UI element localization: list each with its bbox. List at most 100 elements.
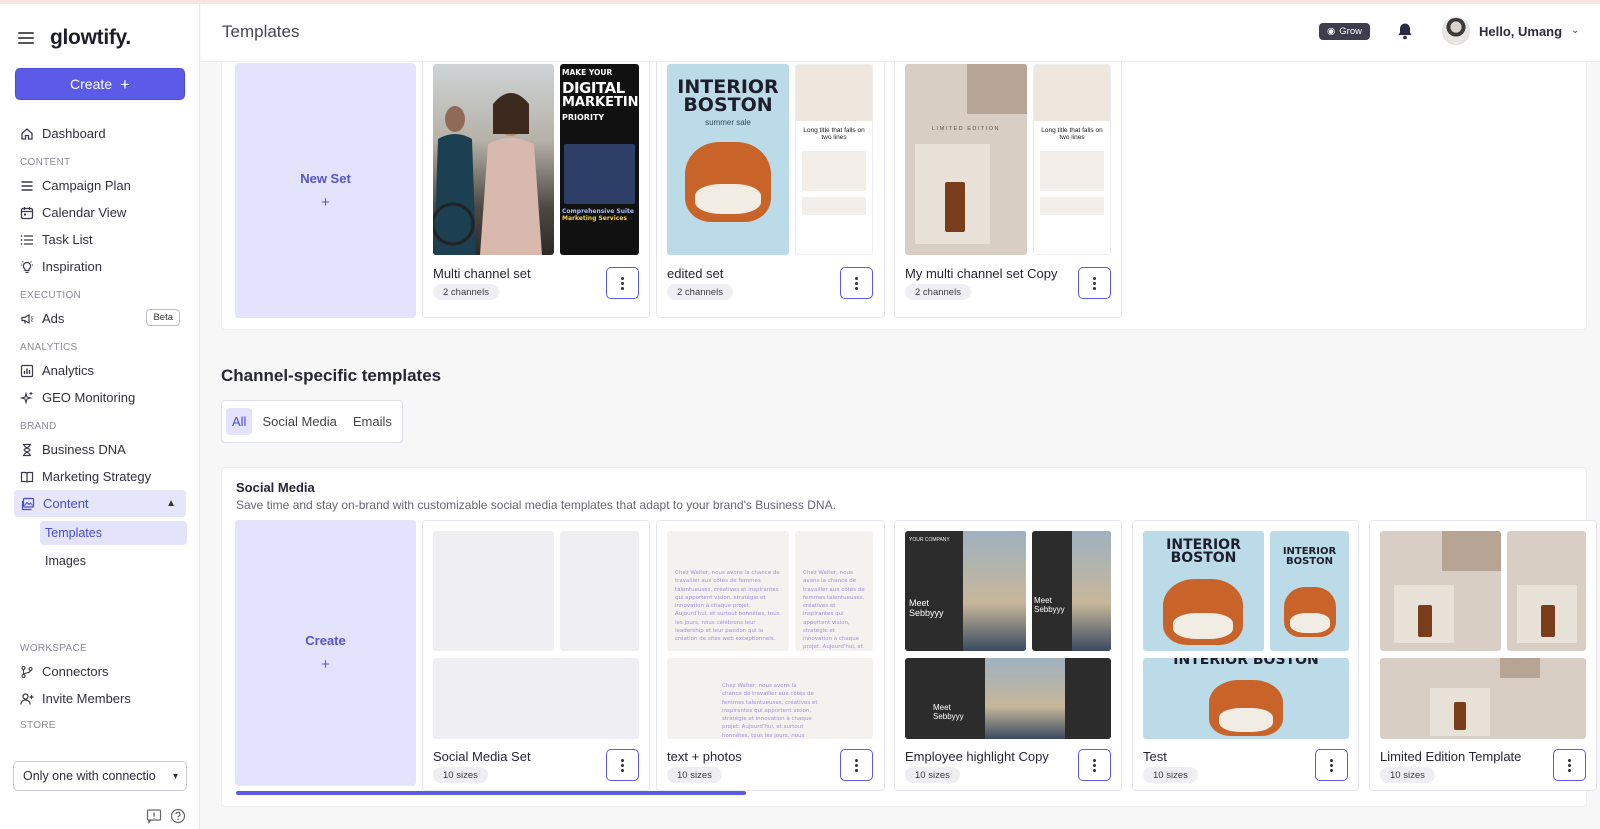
kebab-icon [621, 758, 624, 772]
kebab-icon [621, 276, 624, 290]
sidebar-item-dashboard[interactable]: Dashboard [0, 120, 200, 147]
sidebar: glowtify. Create + Dashboard CONTENT Cam… [0, 4, 200, 829]
sidebar-item-calendar-view[interactable]: Calendar View [0, 199, 200, 226]
card-title: Limited Edition Template [1380, 749, 1522, 764]
card-title: Multi channel set [433, 266, 531, 281]
sidebar-item-task-list[interactable]: Task List [0, 226, 200, 253]
limited-edition-thumbnail [1380, 531, 1501, 651]
hamburger-icon[interactable] [18, 32, 34, 44]
sidebar-item-content[interactable]: Content ▲ [14, 490, 186, 517]
thumb-text: INTERIOR BOSTON [1173, 658, 1319, 668]
create-template-button[interactable]: Create + [235, 520, 416, 786]
multi-channel-card[interactable]: INTERIOR BOSTON summer sale Long title t… [656, 62, 885, 318]
feedback-icon[interactable] [146, 808, 162, 827]
thumb-text: DIGITAL [562, 79, 625, 97]
thumb-text: Meet Sebbyyy [1034, 596, 1065, 614]
create-label: Create [305, 633, 346, 648]
sidebar-item-invite-members[interactable]: Invite Members [0, 685, 200, 712]
template-card[interactable]: YOUR COMPANY Meet Sebbyyy Meet Sebbyyy M… [894, 520, 1122, 791]
card-menu-button[interactable] [606, 749, 639, 781]
grow-plan-badge[interactable]: ◉ Grow [1319, 23, 1370, 40]
sidebar-item-label: Content [43, 496, 89, 511]
thumb-text: PRIORITY [562, 113, 605, 122]
grow-plan-label: Grow [1339, 26, 1362, 37]
kebab-icon [855, 758, 858, 772]
chevron-down-icon: ▾ [172, 770, 178, 782]
sidebar-footer [146, 808, 186, 827]
sidebar-item-label: Calendar View [42, 205, 127, 220]
horizontal-scrollbar[interactable] [236, 791, 746, 795]
sidebar-item-label: Campaign Plan [42, 178, 131, 193]
template-card[interactable]: Social Media Set 10 sizes [422, 520, 650, 791]
nav-section-content: CONTENT [20, 157, 71, 168]
new-set-button[interactable]: New Set + [235, 63, 416, 318]
help-icon[interactable] [170, 808, 186, 827]
beta-badge: Beta [146, 309, 180, 326]
employee-highlight-thumbnail: Meet Sebbyyy [905, 658, 1111, 739]
employee-highlight-thumbnail: YOUR COMPANY Meet Sebbyyy [905, 531, 1026, 651]
sidebar-item-ads[interactable]: Ads Beta [0, 305, 200, 332]
hourglass-icon [19, 442, 34, 457]
template-card[interactable]: INTERIOR BOSTON INTERIOR BOSTON INTERIOR… [1132, 520, 1359, 791]
section-title: Channel-specific templates [221, 366, 442, 385]
thumb-text: INTERIOR BOSTON [1166, 537, 1241, 567]
list-icon [19, 232, 34, 247]
thumb-text: INTERIOR BOSTON [1282, 546, 1337, 567]
multi-channel-card[interactable]: LIMITED EDITION Long title that falls on… [894, 62, 1122, 318]
card-menu-button[interactable] [1078, 267, 1111, 299]
chevron-up-icon[interactable]: ▲ [166, 498, 176, 509]
sizes-badge: 10 sizes [1143, 767, 1198, 783]
sparkle-icon [19, 390, 34, 405]
social-media-panel: Social Media Save time and stay on-brand… [221, 467, 1597, 807]
interior-boston-thumbnail: INTERIOR BOSTON [1143, 531, 1264, 651]
sidebar-item-marketing-strategy[interactable]: Marketing Strategy [0, 463, 200, 490]
tab-social-media[interactable]: Social Media [256, 408, 342, 435]
bell-icon[interactable] [1396, 21, 1414, 41]
sizes-badge: 10 sizes [667, 767, 722, 783]
rocket-icon: ◉ [1327, 26, 1336, 37]
card-menu-button[interactable] [1315, 749, 1348, 781]
create-button[interactable]: Create + [15, 68, 185, 100]
sidebar-item-business-dna[interactable]: Business DNA [0, 436, 200, 463]
card-menu-button[interactable] [840, 749, 873, 781]
image-gallery-icon [20, 496, 35, 511]
sidebar-item-analytics[interactable]: Analytics [0, 357, 200, 384]
sidebar-item-inspiration[interactable]: Inspiration [0, 253, 200, 280]
template-card[interactable]: Chez Walter, nous avons la chance de tra… [656, 520, 885, 791]
app-logo[interactable]: glowtify. [50, 26, 131, 50]
chevron-down-icon[interactable]: ⌄ [1571, 25, 1579, 36]
sidebar-subitem-templates[interactable]: Templates [40, 521, 187, 545]
thumb-text: LIMITED EDITION [931, 126, 1001, 132]
top-header: Templates ◉ Grow Hello, Umang ⌄ [201, 4, 1600, 62]
card-menu-button[interactable] [606, 267, 639, 299]
store-select[interactable]: Only one with connectio ▾ [13, 761, 187, 791]
digital-marketing-thumbnail: MAKE YOUR DIGITAL MARKETING PRIORITY Com… [560, 64, 639, 255]
sidebar-subitem-images[interactable]: Images [40, 549, 187, 573]
tab-emails[interactable]: Emails [347, 408, 398, 435]
sidebar-item-connectors[interactable]: Connectors [0, 658, 200, 685]
interior-boston-thumbnail: INTERIOR BOSTON summer sale [667, 64, 789, 255]
tab-all[interactable]: All [226, 408, 253, 435]
kebab-icon [1568, 758, 1571, 772]
sidebar-item-geo-monitoring[interactable]: GEO Monitoring [0, 384, 200, 411]
thumb-text: MARKETING [562, 95, 639, 110]
nav-section-workspace: WORKSPACE [20, 643, 87, 654]
sidebar-item-campaign-plan[interactable]: Campaign Plan [0, 172, 200, 199]
create-button-label: Create [70, 76, 113, 92]
thumb-text: INTERIOR BOSTON [677, 76, 779, 117]
card-menu-button[interactable] [1078, 749, 1111, 781]
multi-channel-card[interactable]: MAKE YOUR DIGITAL MARKETING PRIORITY Com… [422, 62, 650, 318]
nav-section-analytics: ANALYTICS [20, 342, 78, 353]
sidebar-item-label: Analytics [42, 363, 95, 378]
placeholder-thumbnail [560, 531, 639, 651]
sidebar-item-label: Inspiration [42, 259, 102, 274]
nav-section-brand: BRAND [20, 421, 57, 432]
plus-icon: + [321, 193, 330, 211]
avatar[interactable] [1442, 17, 1470, 45]
card-menu-button[interactable] [840, 267, 873, 299]
user-greeting[interactable]: Hello, Umang [1479, 24, 1562, 39]
card-title: Test [1143, 749, 1167, 764]
template-card[interactable]: Limited Edition Template 10 sizes [1369, 520, 1597, 791]
card-menu-button[interactable] [1553, 749, 1586, 781]
main-content: New Set + MAKE YOUR DIGITAL MARKETING PR… [201, 62, 1600, 829]
